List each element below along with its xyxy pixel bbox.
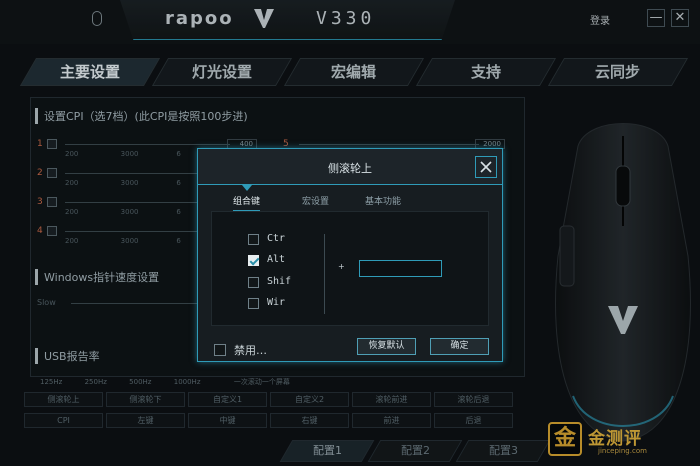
ok-button[interactable]: 确定	[430, 338, 489, 355]
dialog-tab-combo-keys[interactable]: 组合键	[233, 194, 261, 212]
dialog-title: 侧滚轮上	[328, 162, 372, 175]
modifier-alt-checkbox[interactable]	[248, 255, 259, 266]
disable-checkbox[interactable]	[214, 344, 226, 356]
divider	[324, 234, 325, 314]
modifier-ctrl-checkbox[interactable]	[248, 234, 259, 245]
close-icon	[480, 161, 492, 173]
combo-key-input[interactable]	[359, 260, 442, 277]
dialog-tab-basic[interactable]: 基本功能	[365, 194, 401, 207]
dialog-header: 侧滚轮上	[198, 149, 502, 185]
modifier-label: Ctr	[267, 233, 286, 244]
modifier-shift-checkbox[interactable]	[248, 277, 259, 288]
disable-label: 禁用…	[234, 344, 267, 357]
active-tab-pointer	[242, 185, 252, 191]
side-scroll-up-dialog: 侧滚轮上 组合键 宏设置 基本功能 Ctr Alt Shif Wir + 禁用……	[197, 148, 503, 362]
modifier-label: Alt	[267, 254, 286, 265]
dialog-close-button[interactable]	[475, 156, 497, 178]
restore-default-button[interactable]: 恢复默认	[357, 338, 416, 355]
combo-key-panel: Ctr Alt Shif Wir +	[211, 211, 489, 326]
dialog-tab-macro[interactable]: 宏设置	[302, 194, 329, 207]
modifier-win-checkbox[interactable]	[248, 298, 259, 309]
modifier-label: Shif	[267, 276, 292, 287]
plus-sign: +	[338, 262, 345, 271]
app-window: rapoo V330 登录 — ✕ 主要设置 灯光设置 宏编辑 支持 云同步 设…	[0, 0, 700, 466]
modifier-label: Wir	[267, 297, 286, 308]
